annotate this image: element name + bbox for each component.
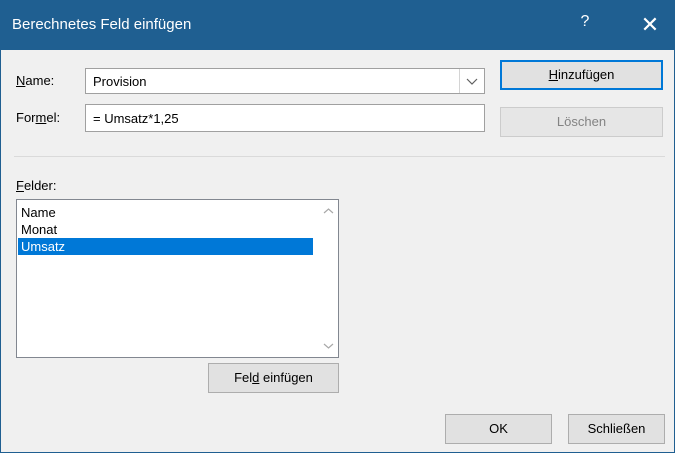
close-window-button[interactable]: ✕ (630, 8, 670, 42)
vertical-scrollbar[interactable] (320, 201, 337, 356)
insert-field-button[interactable]: Feld einfügen (208, 363, 339, 393)
fields-label: Felder: (16, 178, 57, 193)
scroll-up-icon[interactable] (320, 203, 337, 220)
scroll-down-icon[interactable] (320, 337, 337, 354)
formula-label: Formel: (16, 110, 61, 125)
list-item[interactable]: Monat (18, 221, 313, 238)
window-title: Berechnetes Feld einfügen (12, 16, 192, 33)
formula-input[interactable]: = Umsatz*1,25 (85, 104, 485, 132)
fields-listbox[interactable]: Name Monat Umsatz (16, 199, 339, 358)
name-combobox[interactable]: Provision (85, 68, 485, 94)
dialog-body: Name: Provision Formel: = Umsatz*1,25 Hi… (0, 50, 675, 453)
ok-button[interactable]: OK (445, 414, 552, 444)
delete-button[interactable]: Löschen (500, 107, 663, 137)
close-button[interactable]: Schließen (568, 414, 665, 444)
formula-value: = Umsatz*1,25 (93, 111, 179, 126)
list-item[interactable]: Name (18, 204, 313, 221)
name-value: Provision (93, 74, 147, 89)
name-label: Name: (16, 73, 55, 88)
title-bar: Berechnetes Feld einfügen ? ✕ (0, 0, 675, 50)
help-button[interactable]: ? (570, 13, 600, 37)
list-item-selected[interactable]: Umsatz (18, 238, 313, 255)
separator (14, 156, 665, 157)
add-button[interactable]: Hinzufügen (500, 60, 663, 90)
chevron-down-icon[interactable] (459, 69, 484, 93)
